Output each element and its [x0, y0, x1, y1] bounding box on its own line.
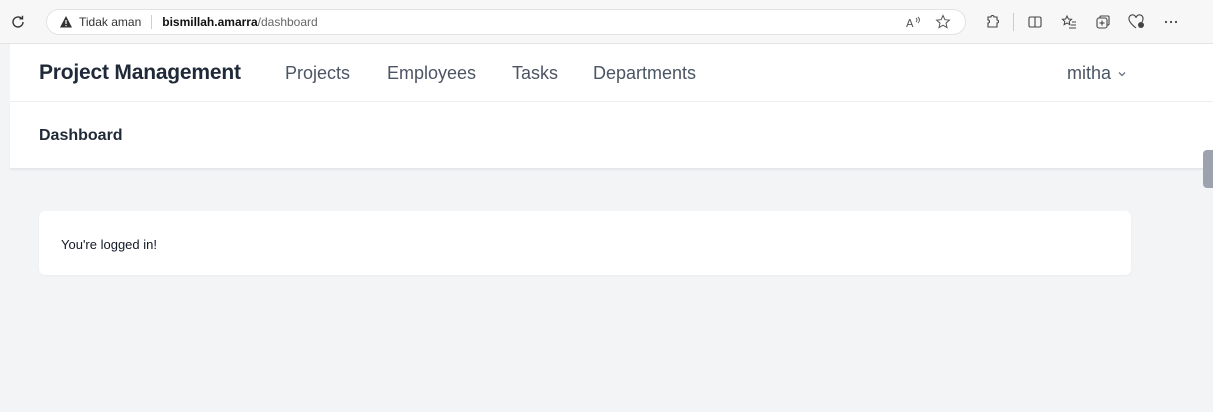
more-options-icon[interactable]: [1154, 0, 1188, 44]
browser-essentials-icon[interactable]: [1120, 0, 1154, 44]
svg-text:A: A: [906, 17, 914, 30]
page-title: Dashboard: [39, 127, 123, 144]
url-host: bismillah.amarra: [162, 15, 258, 29]
app-brand[interactable]: Project Management: [39, 61, 241, 85]
favorites-icon[interactable]: [1052, 0, 1086, 44]
login-status-message: You're logged in!: [61, 237, 157, 252]
address-bar[interactable]: Tidak aman bismillah.amarra /dashboard A: [46, 9, 966, 35]
nav-link-projects[interactable]: Projects: [285, 63, 350, 84]
scrollbar-thumb[interactable]: [1203, 150, 1213, 188]
url-path: /dashboard: [257, 15, 318, 29]
security-label[interactable]: Tidak aman: [79, 15, 141, 29]
top-navigation: Project Management Projects Employees Ta…: [10, 44, 1213, 102]
read-aloud-icon[interactable]: A: [905, 14, 921, 33]
toolbar-divider: [1013, 13, 1014, 31]
nav-link-tasks[interactable]: Tasks: [512, 63, 558, 84]
reload-icon[interactable]: [0, 0, 36, 44]
user-dropdown[interactable]: mitha: [1067, 63, 1127, 84]
extensions-icon[interactable]: [975, 0, 1009, 44]
address-divider: [151, 15, 153, 29]
collections-icon[interactable]: [1086, 0, 1120, 44]
user-name: mitha: [1067, 63, 1112, 83]
nav-link-departments[interactable]: Departments: [593, 63, 696, 84]
favorite-star-icon[interactable]: [935, 14, 951, 33]
split-screen-icon[interactable]: [1018, 0, 1052, 44]
page-header: Dashboard: [10, 102, 1213, 169]
nav-link-employees[interactable]: Employees: [387, 63, 476, 84]
dashboard-card: You're logged in!: [39, 211, 1131, 275]
chevron-down-icon: [1117, 69, 1127, 79]
warning-icon[interactable]: [59, 15, 73, 29]
browser-toolbar: Tidak aman bismillah.amarra /dashboard A: [0, 0, 1213, 44]
